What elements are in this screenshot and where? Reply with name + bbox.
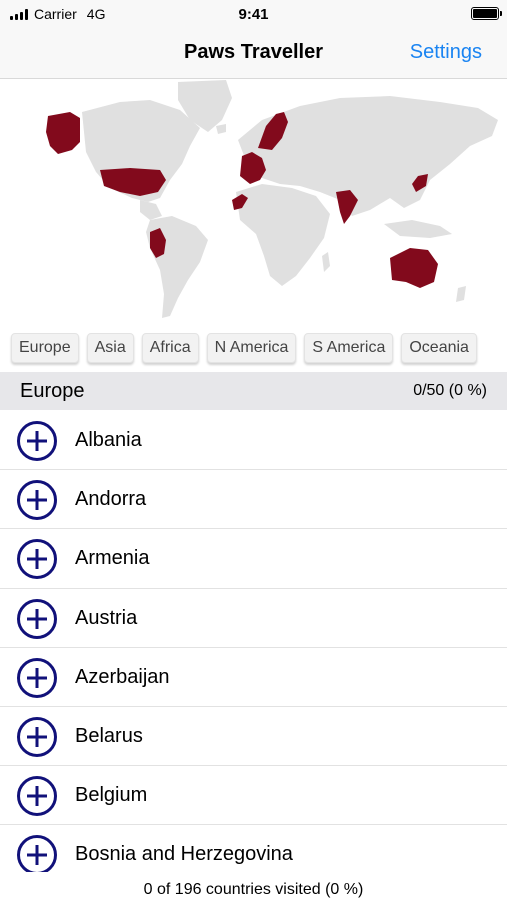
list-item[interactable]: Armenia — [0, 529, 507, 589]
tab-south-america[interactable]: S America — [304, 333, 394, 363]
country-name: Armenia — [75, 547, 150, 570]
world-map-graphic — [46, 80, 498, 318]
tab-oceania[interactable]: Oceania — [401, 333, 477, 363]
list-item[interactable]: Belgium — [0, 766, 507, 826]
add-country-icon[interactable] — [16, 775, 58, 817]
battery-icon — [471, 7, 502, 20]
tab-asia[interactable]: Asia — [86, 333, 134, 363]
tab-europe[interactable]: Europe — [11, 333, 79, 363]
country-name: Bosnia and Herzegovina — [75, 843, 293, 866]
list-item[interactable]: Azerbaijan — [0, 648, 507, 707]
country-name: Belarus — [75, 724, 143, 747]
add-country-icon[interactable] — [16, 598, 58, 640]
list-item[interactable]: Andorra — [0, 470, 507, 530]
section-header: Europe 0/50 (0 %) — [0, 372, 507, 410]
region-tab-bar: Europe Asia Africa N America S America O… — [11, 333, 501, 365]
add-country-icon[interactable] — [16, 420, 58, 462]
add-country-icon[interactable] — [16, 538, 58, 580]
list-item[interactable]: Bosnia and Herzegovina — [0, 825, 507, 872]
country-name: Belgium — [75, 784, 148, 807]
list-item[interactable]: Austria — [0, 589, 507, 648]
tab-africa[interactable]: Africa — [141, 333, 199, 363]
country-name: Azerbaijan — [75, 665, 170, 688]
status-bar: Carrier 4G 9:41 — [0, 0, 507, 28]
add-country-icon[interactable] — [16, 716, 58, 758]
world-map[interactable] — [0, 80, 507, 328]
section-title: Europe — [20, 380, 85, 402]
country-name: Andorra — [75, 488, 147, 511]
country-list[interactable]: Albania Andorra Armenia Austria Azerbaij… — [0, 411, 507, 872]
add-country-icon[interactable] — [16, 834, 58, 872]
status-time: 9:41 — [238, 6, 269, 23]
navigation-bar: Paws Traveller Settings — [0, 28, 507, 79]
section-count: 0/50 (0 %) — [413, 382, 487, 399]
add-country-icon[interactable] — [16, 479, 58, 521]
visited-summary: 0 of 196 countries visited (0 %) — [0, 872, 507, 900]
list-item[interactable]: Belarus — [0, 707, 507, 767]
country-name: Austria — [75, 606, 138, 629]
tab-north-america[interactable]: N America — [206, 333, 297, 363]
country-name: Albania — [75, 429, 142, 451]
add-country-icon[interactable] — [16, 657, 58, 699]
settings-button[interactable]: Settings — [410, 41, 482, 64]
list-item[interactable]: Albania — [0, 411, 507, 471]
